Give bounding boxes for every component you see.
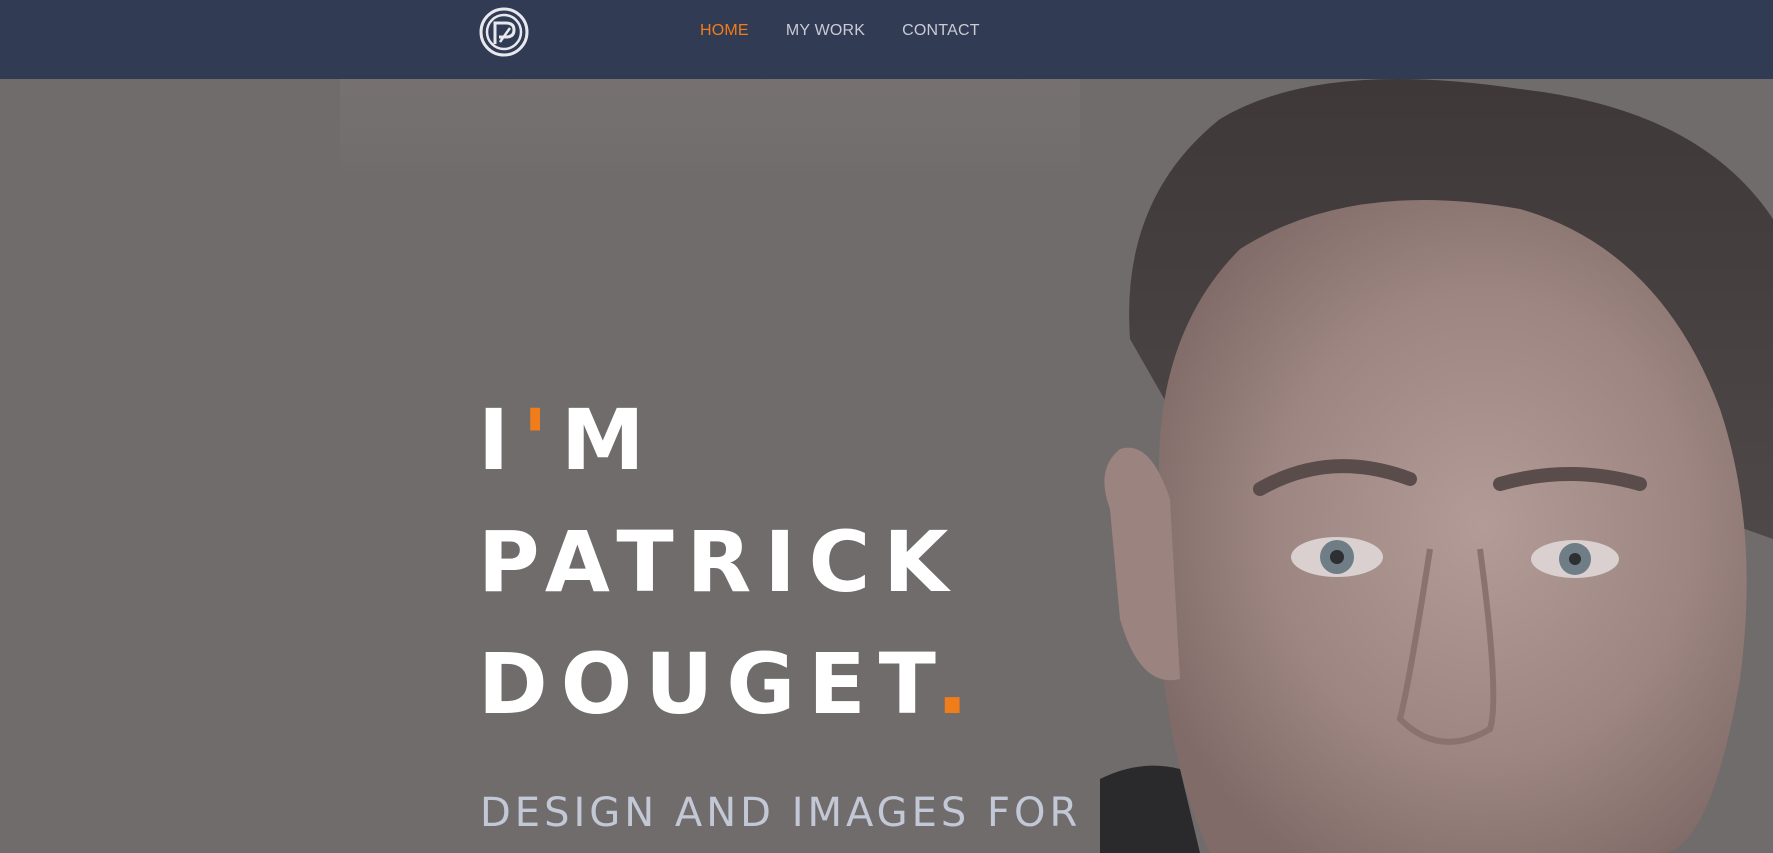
hero-section: I'M PATRICK DOUGET. DESIGN AND IMAGES FO… — [0, 79, 1773, 853]
headline-line-3: DOUGET. — [478, 623, 981, 745]
headline-m: M — [560, 391, 658, 489]
headline-i: I — [478, 391, 523, 489]
hero-headline: I'M PATRICK DOUGET. — [478, 379, 981, 745]
headline-surname: DOUGET — [478, 635, 937, 733]
site-header: HOME MY WORK CONTACT — [0, 0, 1773, 79]
headline-line-1: I'M — [478, 379, 981, 501]
headline-apostrophe: ' — [522, 391, 561, 489]
nav-item-my-work[interactable]: MY WORK — [786, 22, 865, 40]
nav-item-home[interactable]: HOME — [700, 22, 749, 40]
portrait-photo-icon — [1100, 79, 1773, 853]
headline-dot: . — [936, 635, 982, 733]
main-nav: HOME MY WORK CONTACT — [700, 22, 1017, 40]
hero-background-band — [340, 79, 1080, 179]
nav-item-contact[interactable]: CONTACT — [902, 22, 980, 40]
headline-line-2: PATRICK — [478, 513, 962, 611]
hero-tagline: DESIGN AND IMAGES FOR — [480, 790, 1082, 836]
pd-monogram-logo-icon[interactable] — [478, 6, 530, 58]
